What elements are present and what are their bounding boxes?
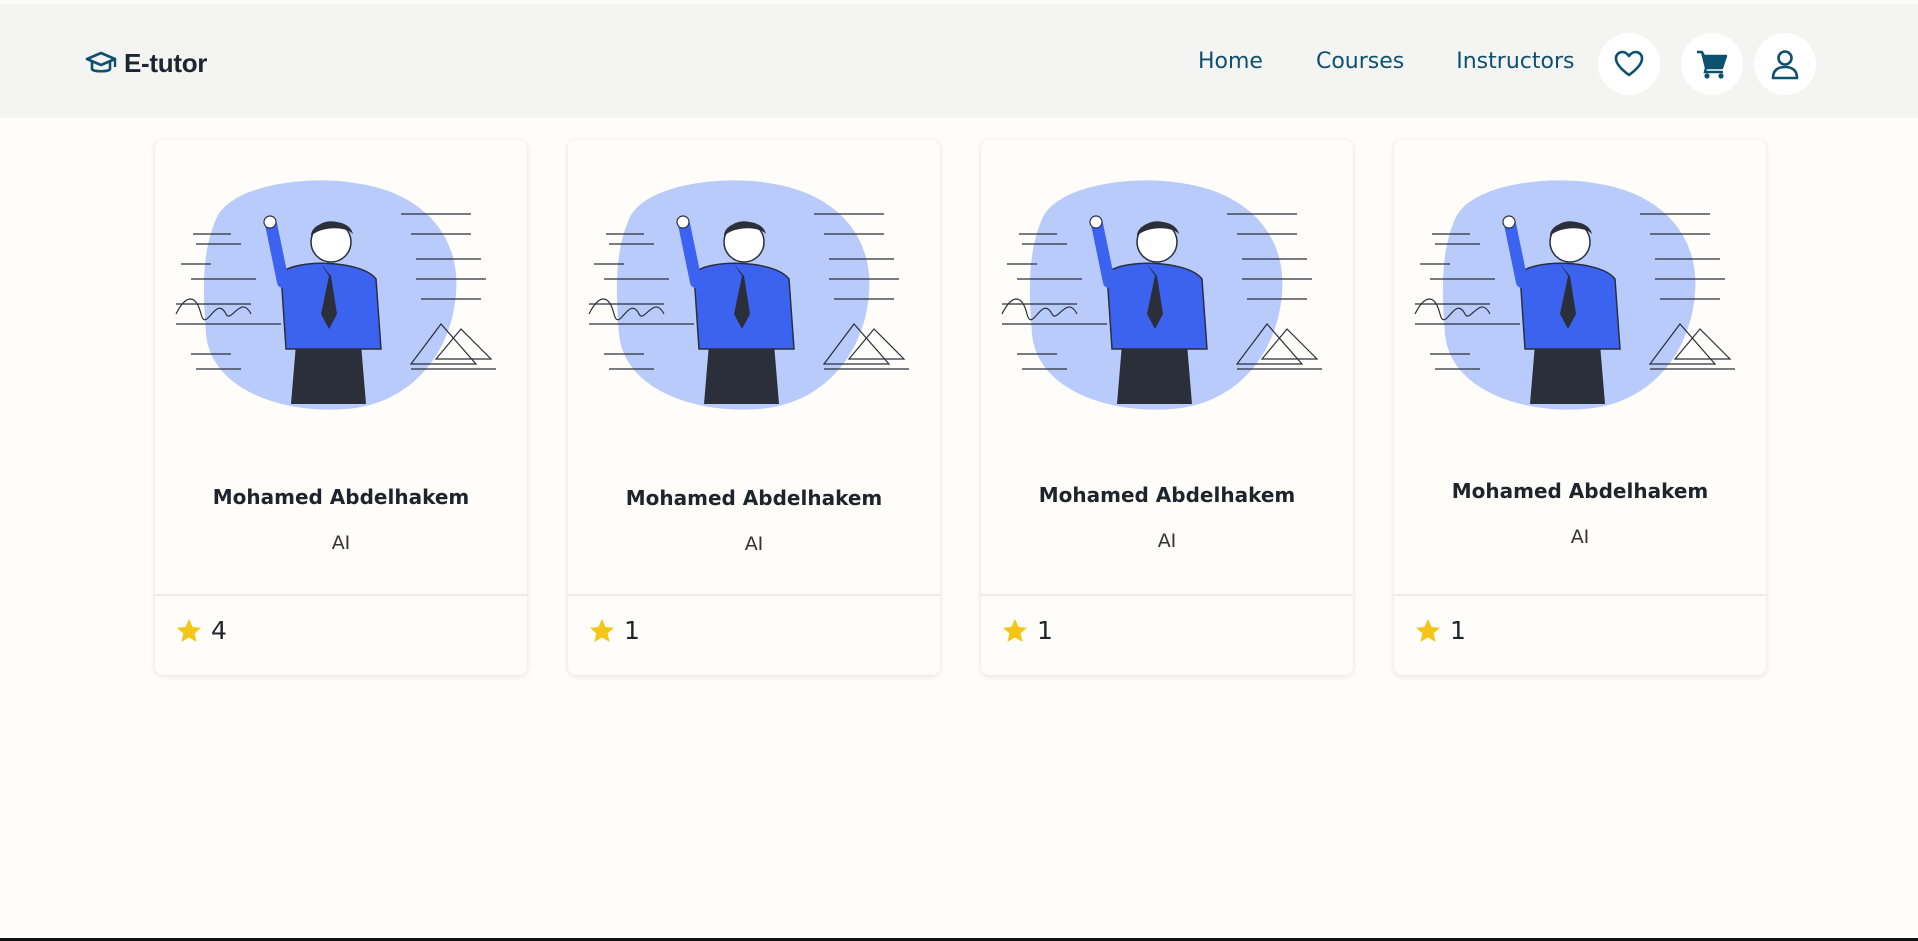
nav-instructors[interactable]: Instructors [1456,49,1574,74]
instructor-card[interactable]: Mohamed Abdelhakem AI 1 [568,140,940,675]
instructor-category: AI [1570,526,1590,548]
star-icon [1003,618,1027,642]
rating: 1 [1414,616,1466,645]
instructor-card[interactable]: Mohamed Abdelhakem AI 1 [1394,140,1766,675]
user-icon [1771,50,1799,80]
rating: 4 [175,616,227,645]
graduation-cap-icon [85,51,117,73]
rating-value: 1 [624,616,640,645]
star-icon [177,618,201,642]
brand-name: E-tutor [124,47,208,78]
instructor-category: AI [1157,530,1177,552]
main-nav: Home Courses Instructors [1198,49,1626,74]
rating: 1 [588,616,640,645]
heart-icon [1614,50,1644,77]
rating-value: 1 [1450,616,1466,645]
wishlist-button[interactable] [1598,33,1660,95]
instructor-card[interactable]: Mohamed Abdelhakem AI 4 [155,140,527,675]
cart-button[interactable] [1681,33,1743,95]
instructor-category: AI [744,533,764,555]
instructor-illustration [1001,180,1322,410]
nav-home[interactable]: Home [1198,49,1263,74]
site-header: E-tutor Home Courses Instructors [0,4,1918,118]
instructor-name: Mohamed Abdelhakem [212,485,470,509]
card-divider [981,594,1353,596]
card-divider [155,594,527,596]
instructor-name: Mohamed Abdelhakem [1451,479,1709,503]
instructor-name: Mohamed Abdelhakem [1038,483,1296,507]
card-divider [1394,594,1766,596]
instructor-card[interactable]: Mohamed Abdelhakem AI 1 [981,140,1353,675]
instructor-illustration [1414,180,1735,410]
rating-value: 1 [1037,616,1053,645]
cart-icon [1697,50,1728,79]
nav-courses[interactable]: Courses [1316,49,1404,74]
star-icon [590,618,614,642]
profile-button[interactable] [1754,33,1816,95]
instructor-illustration [175,180,496,410]
instructor-category: AI [331,532,351,554]
brand-logo[interactable]: E-tutor [84,47,207,79]
instructor-illustration [588,180,909,410]
instructor-name: Mohamed Abdelhakem [625,486,883,510]
card-divider [568,594,940,596]
rating: 1 [1001,616,1053,645]
rating-value: 4 [211,616,227,645]
star-icon [1416,618,1440,642]
